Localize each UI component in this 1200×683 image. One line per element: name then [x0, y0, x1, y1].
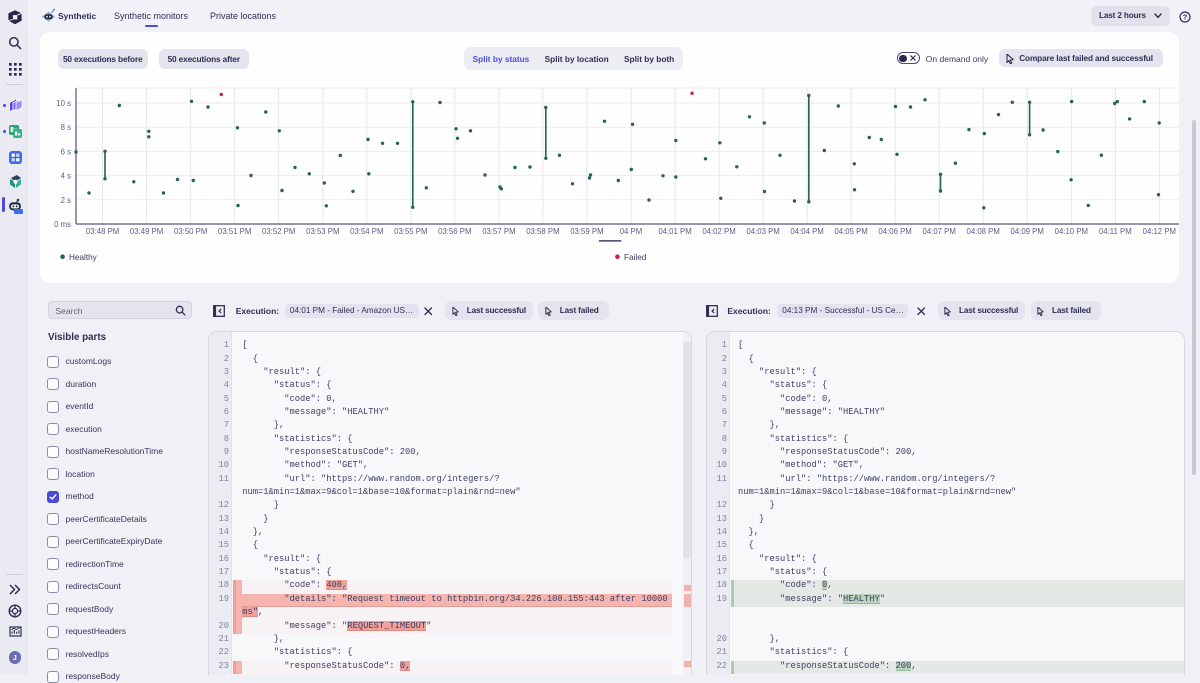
- svg-text:03:49 PM: 03:49 PM: [130, 227, 163, 236]
- svg-text:04:05 PM: 04:05 PM: [834, 227, 867, 236]
- svg-text:04 PM: 04 PM: [620, 227, 643, 236]
- svg-text:04:06 PM: 04:06 PM: [878, 227, 911, 236]
- svg-text:6 s: 6 s: [61, 147, 72, 156]
- svg-text:03:48 PM: 03:48 PM: [86, 227, 119, 236]
- svg-text:03:51 PM: 03:51 PM: [218, 227, 251, 236]
- svg-text:8 s: 8 s: [61, 123, 72, 132]
- svg-text:03:59 PM: 03:59 PM: [570, 227, 603, 236]
- svg-text:03:53 PM: 03:53 PM: [306, 227, 339, 236]
- svg-text:04:04 PM: 04:04 PM: [790, 227, 823, 236]
- svg-text:03:55 PM: 03:55 PM: [394, 227, 427, 236]
- svg-text:4 s: 4 s: [61, 172, 72, 181]
- svg-text:Healthy: Healthy: [69, 253, 98, 262]
- svg-text:03:56 PM: 03:56 PM: [438, 227, 471, 236]
- svg-text:04:03 PM: 04:03 PM: [746, 227, 779, 236]
- svg-text:04:09 PM: 04:09 PM: [1011, 227, 1044, 236]
- svg-text:04:11 PM: 04:11 PM: [1099, 227, 1132, 236]
- svg-text:04:10 PM: 04:10 PM: [1055, 227, 1088, 236]
- svg-text:Failed: Failed: [624, 253, 647, 262]
- svg-text:2 s: 2 s: [61, 196, 72, 205]
- svg-text:10 s: 10 s: [56, 99, 71, 108]
- svg-text:04:02 PM: 04:02 PM: [702, 227, 735, 236]
- svg-text:04:12 PM: 04:12 PM: [1143, 227, 1176, 236]
- svg-text:04:01 PM: 04:01 PM: [658, 227, 691, 236]
- svg-text:04:07 PM: 04:07 PM: [923, 227, 956, 236]
- svg-text:03:52 PM: 03:52 PM: [262, 227, 295, 236]
- svg-text:03:50 PM: 03:50 PM: [174, 227, 207, 236]
- svg-text:04:08 PM: 04:08 PM: [967, 227, 1000, 236]
- svg-text:0 ms: 0 ms: [54, 220, 71, 229]
- svg-text:03:54 PM: 03:54 PM: [350, 227, 383, 236]
- svg-text:03:57 PM: 03:57 PM: [482, 227, 515, 236]
- svg-text:03:58 PM: 03:58 PM: [526, 227, 559, 236]
